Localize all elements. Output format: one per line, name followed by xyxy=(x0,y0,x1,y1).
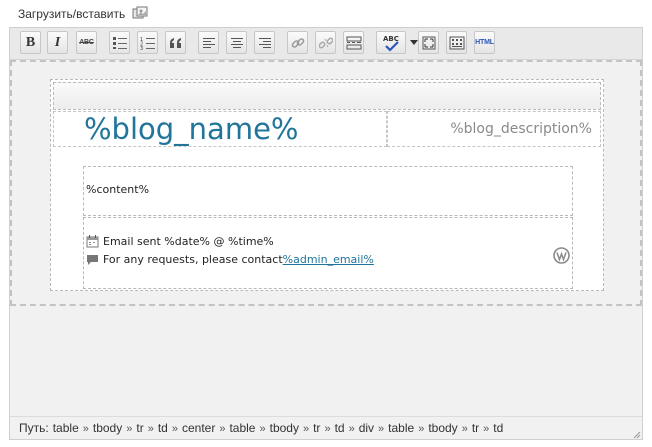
path-crumb-tbody[interactable]: tbody xyxy=(270,421,299,435)
email-template-table: %blog_name% %blog_description% %content% xyxy=(50,79,604,291)
path-crumb-div[interactable]: div xyxy=(359,421,374,435)
kitchen-sink-button[interactable] xyxy=(446,31,467,54)
calendar-icon xyxy=(86,235,99,248)
upload-insert-label: Загрузить/вставить xyxy=(18,7,126,21)
path-crumb-tr[interactable]: tr xyxy=(313,421,320,435)
path-crumb-table[interactable]: table xyxy=(229,421,255,435)
unordered-list-icon xyxy=(112,36,127,49)
quote-icon xyxy=(169,37,181,48)
footer-requests-line: For any requests, please contact %admin_… xyxy=(86,253,374,266)
blog-description-placeholder: %blog_description% xyxy=(450,121,592,137)
path-crumb-tbody[interactable]: tbody xyxy=(93,421,122,435)
unlink-icon xyxy=(318,37,333,48)
strikethrough-label: ABC xyxy=(79,39,94,46)
footer-sent-text: Email sent %date% @ %time% xyxy=(103,235,274,248)
insert-more-button[interactable] xyxy=(343,31,364,54)
unlink-button[interactable] xyxy=(315,31,336,54)
blog-name-placeholder: %blog_name% xyxy=(84,112,299,146)
header-description-cell: %blog_description% xyxy=(387,111,601,147)
editor-content-area[interactable]: %blog_name% %blog_description% %content% xyxy=(10,60,642,306)
path-separator: » xyxy=(461,423,468,435)
align-right-icon xyxy=(258,37,271,48)
speech-bubble-icon xyxy=(86,253,99,266)
path-separator: » xyxy=(259,423,266,435)
element-path: table» tbody» tr» td» center» table» tbody» tr»… xyxy=(53,421,504,435)
path-separator: » xyxy=(483,423,490,435)
bold-label: B xyxy=(25,34,36,50)
path-separator: » xyxy=(418,423,425,435)
path-crumb-tbody[interactable]: tbody xyxy=(428,421,457,435)
blockquote-button[interactable] xyxy=(165,31,186,54)
align-left-button[interactable] xyxy=(198,31,219,54)
insert-link-button[interactable] xyxy=(287,31,308,54)
path-separator: » xyxy=(147,423,154,435)
kitchen-sink-icon xyxy=(449,36,464,49)
path-separator: » xyxy=(126,423,133,435)
content-placeholder: %content% xyxy=(86,183,150,196)
footer-sent-line: Email sent %date% @ %time% xyxy=(86,235,274,248)
wordpress-logo-icon xyxy=(553,247,570,264)
align-left-icon xyxy=(202,37,215,48)
add-media-icon[interactable] xyxy=(132,6,148,22)
path-separator: » xyxy=(219,423,226,435)
svg-text:ABC: ABC xyxy=(383,35,399,43)
admin-email-link[interactable]: %admin_email% xyxy=(283,253,374,266)
link-icon xyxy=(291,37,304,48)
more-tag-icon xyxy=(346,36,361,49)
path-label: Путь: xyxy=(19,421,49,435)
svg-text:3: 3 xyxy=(140,46,143,50)
path-separator: » xyxy=(378,423,385,435)
edit-html-button[interactable]: HTML xyxy=(474,31,495,54)
template-top-band xyxy=(53,82,601,110)
ordered-list-icon: 1 2 3 xyxy=(140,37,155,50)
path-separator: » xyxy=(171,423,178,435)
editor-toolbar: B I ABC 1 2 3 ABC HTML xyxy=(10,28,642,60)
path-separator: » xyxy=(324,423,331,435)
fullscreen-button[interactable] xyxy=(418,31,439,54)
footer-requests-text: For any requests, please contact xyxy=(103,253,283,266)
numbered-list-button[interactable]: 1 2 3 xyxy=(137,31,158,54)
path-crumb-table[interactable]: table xyxy=(388,421,414,435)
media-upload-bar: Загрузить/вставить xyxy=(18,4,148,24)
fullscreen-icon xyxy=(422,36,435,49)
path-crumb-tr[interactable]: tr xyxy=(136,421,143,435)
path-crumb-tr[interactable]: tr xyxy=(472,421,479,435)
path-separator: » xyxy=(302,423,310,435)
path-crumb-table[interactable]: table xyxy=(53,421,79,435)
path-crumb-td[interactable]: td xyxy=(335,421,345,435)
chevron-down-icon xyxy=(410,40,418,45)
path-separator: » xyxy=(348,423,355,435)
element-path-bar: Путь: table» tbody» tr» td» center» table» tbo… xyxy=(10,416,642,439)
path-crumb-td[interactable]: td xyxy=(158,421,168,435)
footer-cell: Email sent %date% @ %time% For any reque… xyxy=(83,217,573,289)
bullet-list-button[interactable] xyxy=(109,31,130,54)
strikethrough-button[interactable]: ABC xyxy=(76,31,97,54)
align-center-icon xyxy=(230,37,243,48)
italic-button[interactable]: I xyxy=(47,31,68,54)
content-cell: %content% xyxy=(83,166,573,216)
spellcheck-icon: ABC xyxy=(383,35,399,52)
italic-label: I xyxy=(54,34,61,50)
edit-html-label: HTML xyxy=(475,39,494,46)
spellcheck-button[interactable]: ABC xyxy=(376,31,406,54)
path-separator: » xyxy=(82,423,89,435)
visual-editor: B I ABC 1 2 3 ABC HTML %blog_name% %blog… xyxy=(9,27,643,440)
header-blog-name-cell: %blog_name% xyxy=(53,111,387,147)
resize-handle-icon[interactable] xyxy=(631,428,641,439)
path-crumb-center[interactable]: center xyxy=(182,421,215,435)
align-center-button[interactable] xyxy=(226,31,247,54)
bold-button[interactable]: B xyxy=(20,31,41,54)
path-crumb-td[interactable]: td xyxy=(493,421,503,435)
align-right-button[interactable] xyxy=(254,31,275,54)
